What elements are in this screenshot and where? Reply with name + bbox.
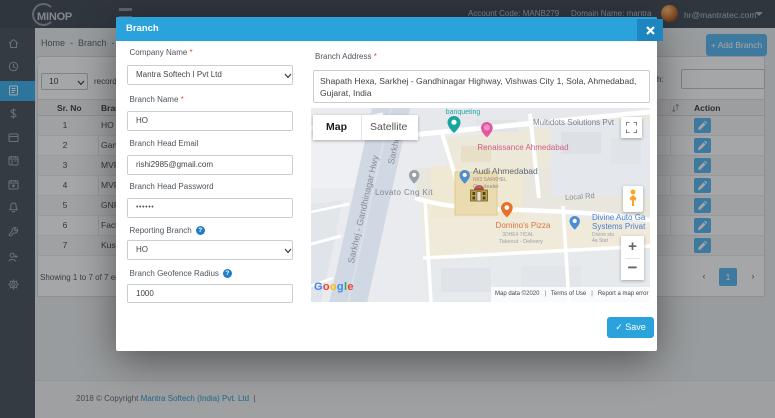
svg-text:3DHE4 7ICAL: 3DHE4 7ICAL bbox=[502, 232, 534, 238]
svg-text:Takeout - Delivery: Takeout - Delivery bbox=[499, 239, 543, 245]
svg-text:Audi Ahmedabad: Audi Ahmedabad bbox=[473, 166, 538, 176]
svg-text:Renaissance Ahmedabad: Renaissance Ahmedabad bbox=[477, 143, 568, 152]
svg-text:Divine Auto Ga: Divine Auto Ga bbox=[592, 213, 646, 222]
svg-text:Car dealer: Car dealer bbox=[473, 184, 499, 190]
svg-text:Multidots Solutions Pvt: Multidots Solutions Pvt bbox=[533, 118, 615, 127]
svg-text:N93 SARKHEL: N93 SARKHEL bbox=[473, 177, 507, 183]
svg-text:Systems Privat: Systems Privat bbox=[592, 222, 646, 231]
svg-text:banqueting: banqueting bbox=[446, 109, 481, 116]
svg-text:Lovato Cng Kit: Lovato Cng Kit bbox=[375, 188, 433, 197]
svg-text:4a Stat: 4a Stat bbox=[592, 238, 608, 244]
svg-text:Domino's Pizza: Domino's Pizza bbox=[496, 221, 551, 230]
